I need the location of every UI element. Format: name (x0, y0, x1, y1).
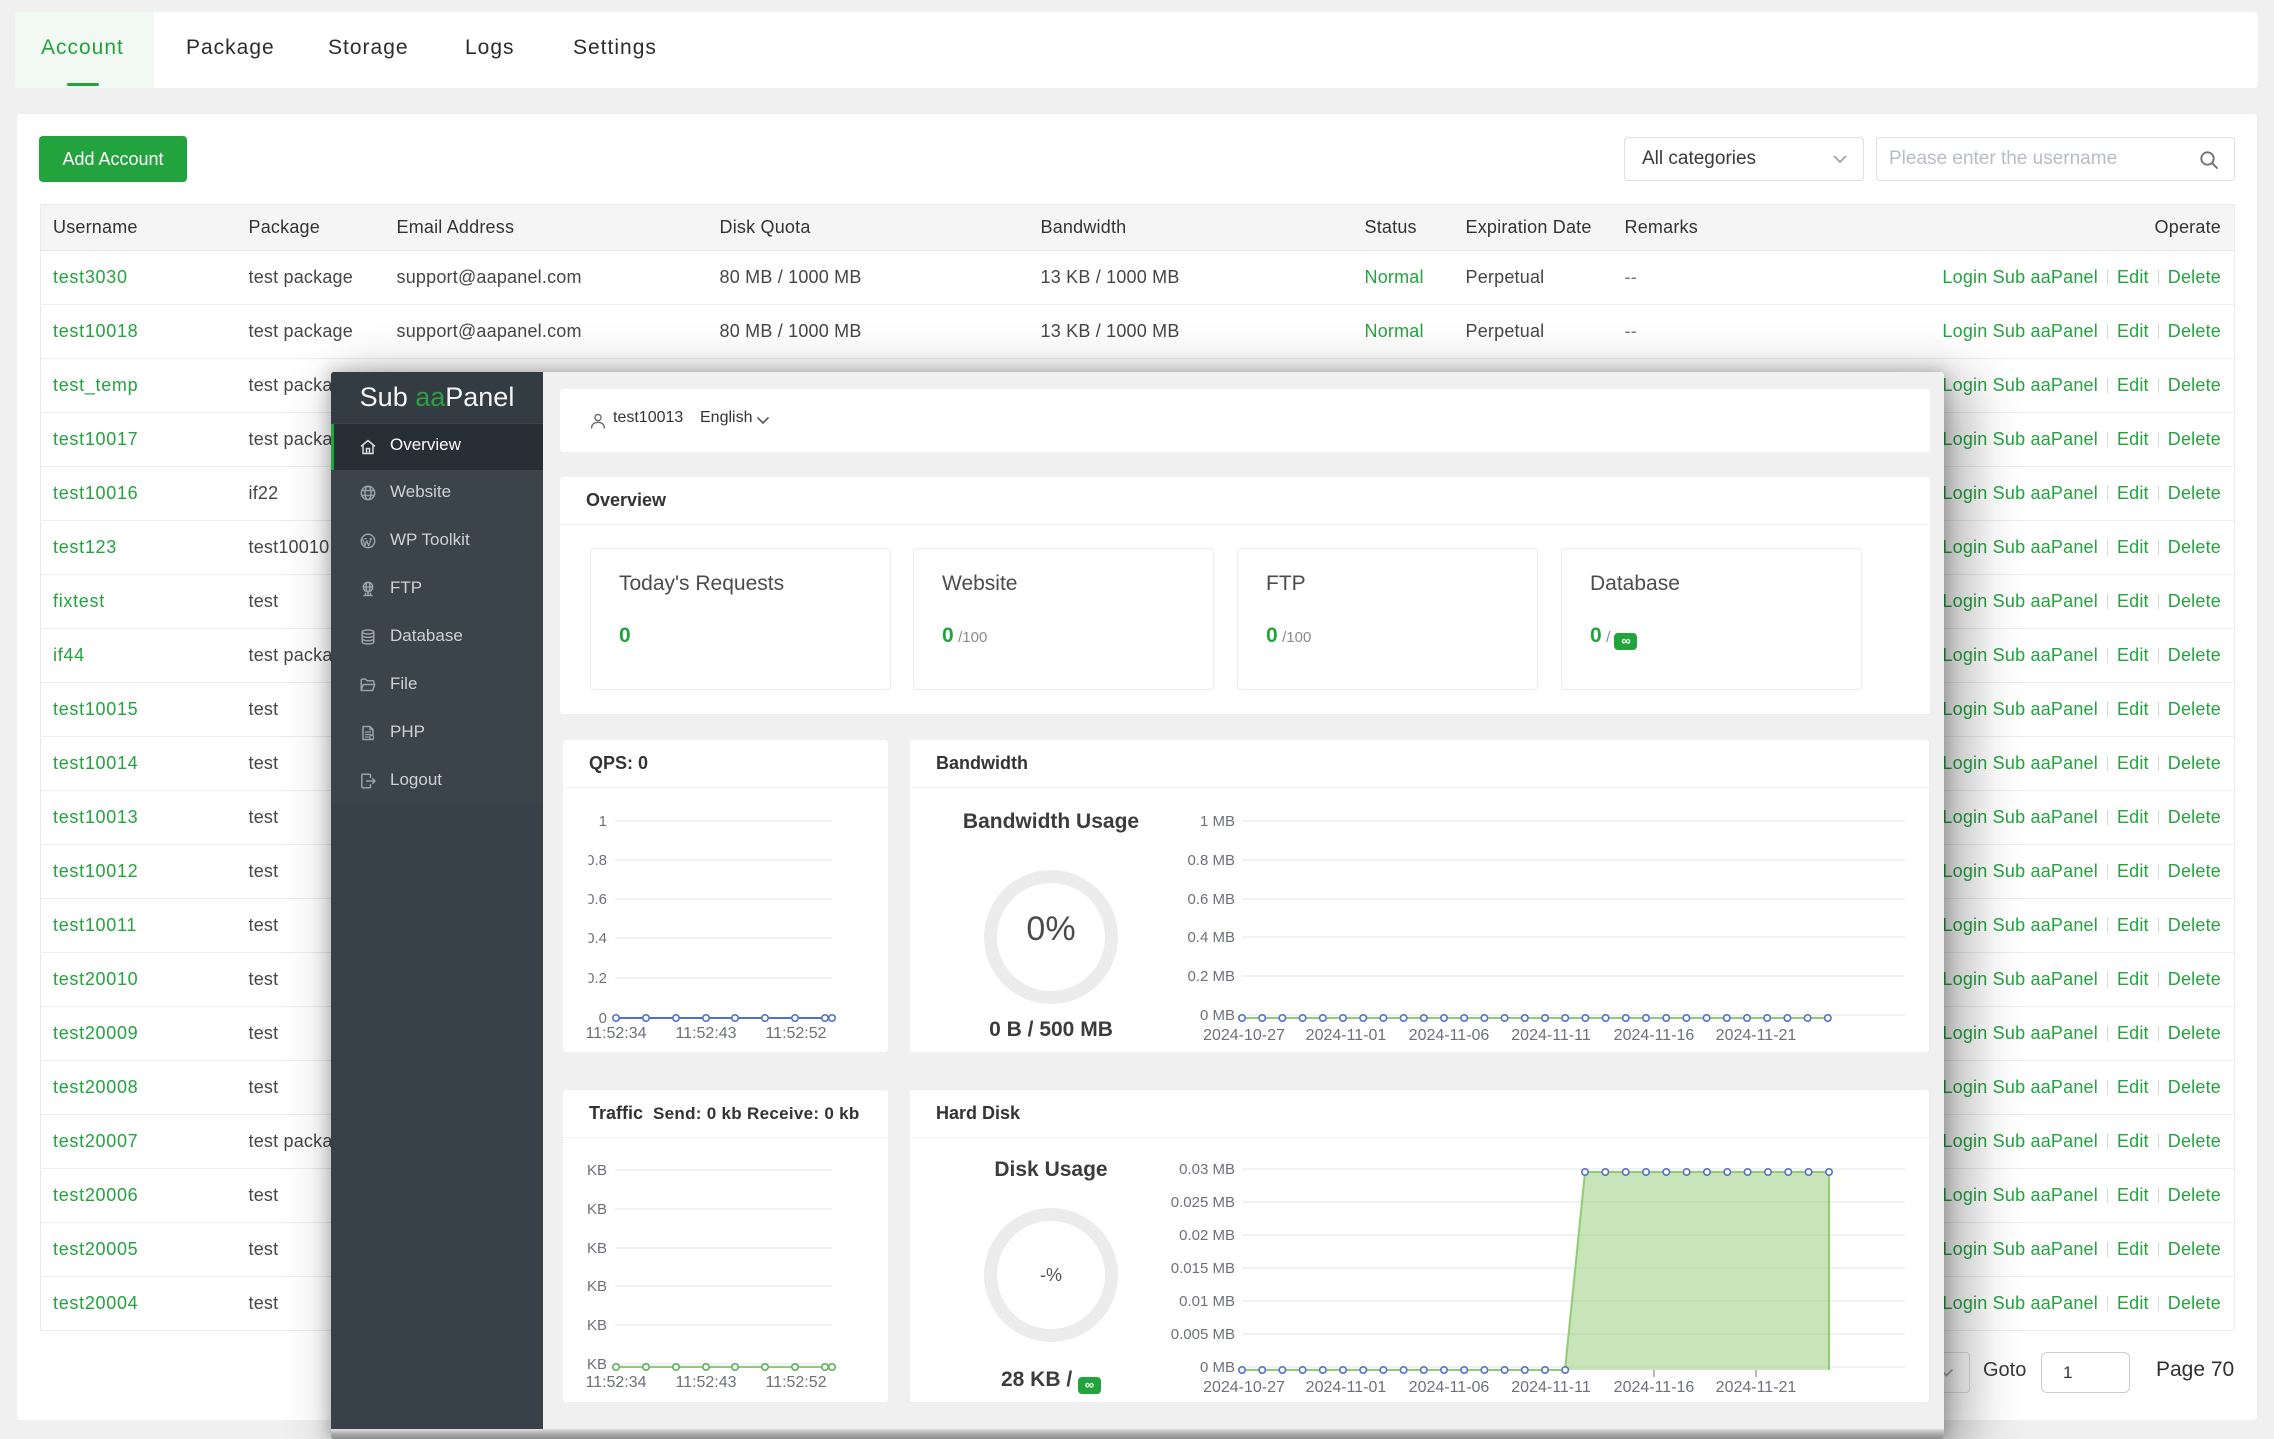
svg-text:0.01 MB: 0.01 MB (1179, 1293, 1235, 1310)
svg-text:1 MB: 1 MB (1200, 813, 1235, 830)
svg-text:2024-11-06: 2024-11-06 (1409, 1027, 1490, 1044)
svg-text:2024-11-06: 2024-11-06 (1409, 1379, 1490, 1396)
svg-text:1: 1 (599, 813, 607, 830)
svg-text:2024-11-16: 2024-11-16 (1614, 1027, 1695, 1044)
svg-text:KB: KB (587, 1278, 607, 1295)
svg-text:0.02 MB: 0.02 MB (1179, 1227, 1235, 1244)
svg-text:0.2 MB: 0.2 MB (1187, 968, 1235, 985)
svg-text:0.4: 0.4 (586, 930, 607, 947)
svg-text:0.03 MB: 0.03 MB (1179, 1161, 1235, 1178)
svg-text:0.6 MB: 0.6 MB (1187, 891, 1235, 908)
svg-text:0.005 MB: 0.005 MB (1171, 1326, 1235, 1343)
svg-text:11:52:34: 11:52:34 (585, 1374, 646, 1391)
svg-text:0.4 MB: 0.4 MB (1187, 929, 1235, 946)
svg-text:0.2: 0.2 (586, 970, 607, 987)
svg-text:2024-11-11: 2024-11-11 (1511, 1379, 1591, 1396)
svg-text:2024-11-21: 2024-11-21 (1716, 1379, 1797, 1396)
svg-text:2024-11-01: 2024-11-01 (1306, 1379, 1387, 1396)
svg-text:2024-11-16: 2024-11-16 (1614, 1379, 1695, 1396)
svg-text:0.8 MB: 0.8 MB (1187, 852, 1235, 869)
svg-text:0.025 MB: 0.025 MB (1171, 1194, 1235, 1211)
svg-text:11:52:52: 11:52:52 (765, 1374, 826, 1391)
svg-text:0.6: 0.6 (586, 891, 607, 908)
svg-text:2024-10-27: 2024-10-27 (1203, 1379, 1285, 1396)
svg-text:0 MB: 0 MB (1200, 1007, 1235, 1024)
svg-text:KB: KB (587, 1356, 607, 1373)
svg-text:2024-11-01: 2024-11-01 (1306, 1027, 1387, 1044)
svg-text:2024-11-21: 2024-11-21 (1716, 1027, 1797, 1044)
svg-text:KB: KB (587, 1162, 607, 1179)
svg-text:11:52:43: 11:52:43 (675, 1025, 736, 1042)
svg-text:2024-10-27: 2024-10-27 (1203, 1027, 1285, 1044)
svg-text:11:52:52: 11:52:52 (765, 1025, 826, 1042)
svg-text:KB: KB (587, 1240, 607, 1257)
svg-text:KB: KB (587, 1201, 607, 1218)
svg-text:11:52:34: 11:52:34 (585, 1025, 646, 1042)
svg-text:0.8: 0.8 (586, 852, 607, 869)
svg-text:KB: KB (587, 1317, 607, 1334)
svg-text:0 MB: 0 MB (1200, 1359, 1235, 1376)
svg-text:0.015 MB: 0.015 MB (1171, 1260, 1235, 1277)
svg-text:2024-11-11: 2024-11-11 (1511, 1027, 1591, 1044)
svg-text:11:52:43: 11:52:43 (675, 1374, 736, 1391)
